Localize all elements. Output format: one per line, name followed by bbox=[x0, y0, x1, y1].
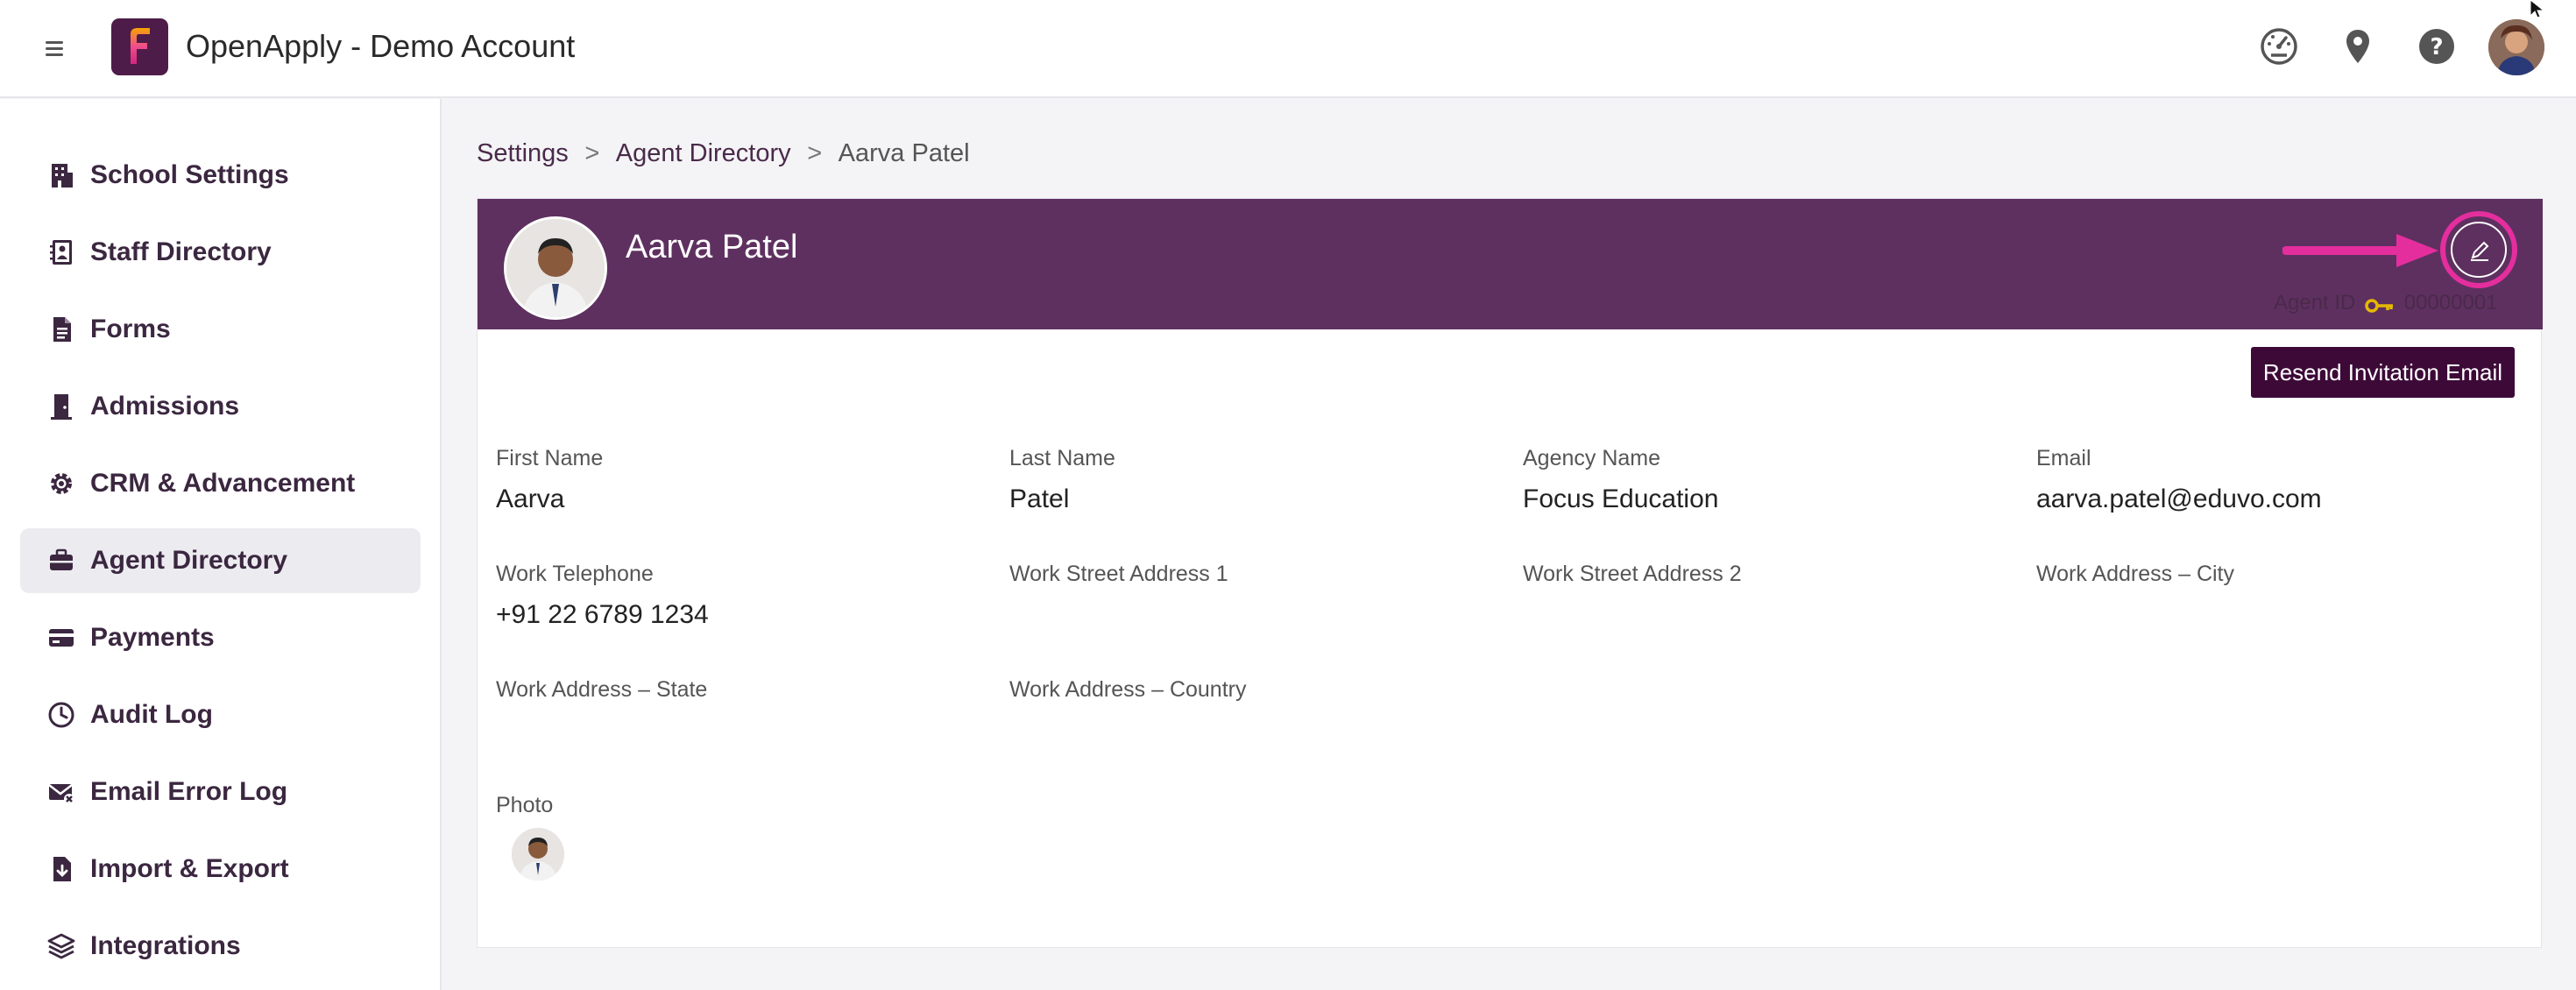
field-label: Work Address – City bbox=[2036, 562, 2235, 586]
field-work-country: Work Address – Country bbox=[1009, 675, 1500, 714]
field-label: Work Telephone bbox=[496, 562, 654, 586]
agent-avatar bbox=[504, 216, 607, 320]
sidebar-item-forms[interactable]: Forms bbox=[20, 297, 421, 362]
clock-icon bbox=[46, 700, 76, 730]
field-label: Email bbox=[2036, 446, 2091, 470]
field-label: Agency Name bbox=[1523, 446, 1661, 470]
field-email: Email aarva.patel@eduvo.com bbox=[2036, 444, 2527, 516]
sidebar-item-label: Staff Directory bbox=[90, 237, 272, 266]
field-value: Focus Education bbox=[1523, 484, 1719, 513]
location-pin-icon[interactable] bbox=[2338, 26, 2378, 67]
breadcrumb-separator: > bbox=[807, 139, 823, 167]
agent-detail-card: Aarva Patel Agent ID 00000001 Resend Inv… bbox=[477, 198, 2543, 948]
field-label: First Name bbox=[496, 446, 604, 470]
breadcrumb-agent-directory[interactable]: Agent Directory bbox=[616, 139, 791, 167]
sidebar-item-label: CRM & Advancement bbox=[90, 469, 356, 498]
email-error-icon bbox=[46, 777, 76, 807]
field-work-city: Work Address – City bbox=[2036, 560, 2527, 598]
edit-button[interactable] bbox=[2451, 222, 2507, 278]
agent-photo-thumbnail[interactable] bbox=[512, 828, 564, 880]
field-work-telephone: Work Telephone +91 22 6789 1234 bbox=[496, 560, 987, 632]
field-label: Work Street Address 2 bbox=[1523, 562, 1742, 586]
field-label: Photo bbox=[496, 793, 554, 817]
sidebar-item-audit-log[interactable]: Audit Log bbox=[20, 682, 421, 747]
sidebar-item-staff-directory[interactable]: Staff Directory bbox=[20, 220, 421, 285]
field-work-street-1: Work Street Address 1 bbox=[1009, 560, 1500, 598]
sidebar-item-label: Agent Directory bbox=[90, 546, 288, 575]
menu-icon[interactable] bbox=[39, 33, 74, 65]
field-work-street-2: Work Street Address 2 bbox=[1523, 560, 2013, 598]
pencil-icon bbox=[2471, 241, 2489, 261]
sidebar-item-label: Integrations bbox=[90, 931, 241, 960]
sidebar-item-agent-directory[interactable]: Agent Directory bbox=[20, 528, 421, 593]
file-import-icon bbox=[46, 854, 76, 884]
help-icon[interactable]: ? bbox=[2417, 26, 2457, 67]
dashboard-gauge-icon[interactable] bbox=[2259, 26, 2299, 67]
app-logo[interactable] bbox=[111, 18, 168, 75]
gear-icon bbox=[46, 469, 76, 499]
app-title: OpenApply - Demo Account bbox=[186, 28, 576, 64]
field-label: Work Address – State bbox=[496, 677, 708, 702]
sidebar-item-school-settings[interactable]: School Settings bbox=[20, 143, 421, 208]
mouse-cursor-icon bbox=[2530, 0, 2545, 18]
agent-id-label: Agent ID bbox=[2274, 291, 2356, 315]
sidebar-item-label: Forms bbox=[90, 315, 171, 343]
agent-id-value: 00000001 bbox=[2403, 291, 2498, 315]
field-agency-name: Agency Name Focus Education bbox=[1523, 444, 2013, 516]
sidebar-item-label: Payments bbox=[90, 623, 215, 652]
sidebar-item-label: School Settings bbox=[90, 160, 289, 189]
door-icon bbox=[46, 392, 76, 421]
sidebar-item-integrations[interactable]: Integrations bbox=[20, 914, 421, 979]
credit-card-icon bbox=[46, 623, 76, 653]
field-value: aarva.patel@eduvo.com bbox=[2036, 484, 2322, 513]
breadcrumb-settings[interactable]: Settings bbox=[477, 139, 569, 167]
agent-id: Agent ID 00000001 bbox=[2274, 290, 2498, 316]
sidebar-item-payments[interactable]: Payments bbox=[20, 605, 421, 670]
sidebar-item-admissions[interactable]: Admissions bbox=[20, 374, 421, 439]
sidebar-item-label: Admissions bbox=[90, 392, 240, 421]
sidebar-item-label: Email Error Log bbox=[90, 777, 288, 806]
field-label: Last Name bbox=[1009, 446, 1115, 470]
field-value: Aarva bbox=[496, 484, 565, 513]
field-photo: Photo bbox=[496, 791, 987, 819]
breadcrumb: Settings > Agent Directory > Aarva Patel bbox=[477, 136, 970, 171]
field-first-name: First Name Aarva bbox=[496, 444, 987, 516]
svg-text:?: ? bbox=[2430, 34, 2443, 60]
address-book-icon bbox=[46, 237, 76, 267]
top-bar: OpenApply - Demo Account ? bbox=[0, 0, 2576, 98]
agent-name: Aarva Patel bbox=[626, 229, 798, 265]
field-value: Patel bbox=[1009, 484, 1070, 513]
breadcrumb-current: Aarva Patel bbox=[838, 139, 970, 167]
sidebar-item-import-export[interactable]: Import & Export bbox=[20, 837, 421, 902]
user-avatar[interactable] bbox=[2488, 19, 2544, 75]
field-label: Work Address – Country bbox=[1009, 677, 1247, 702]
breadcrumb-separator: > bbox=[584, 139, 600, 167]
field-last-name: Last Name Patel bbox=[1009, 444, 1500, 516]
sidebar-item-crm-advancement[interactable]: CRM & Advancement bbox=[20, 451, 421, 516]
building-icon bbox=[46, 160, 76, 190]
document-icon bbox=[46, 315, 76, 344]
field-label: Work Street Address 1 bbox=[1009, 562, 1228, 586]
sidebar-item-label: Audit Log bbox=[90, 700, 213, 729]
sidebar-item-label: Import & Export bbox=[90, 854, 289, 883]
layers-icon bbox=[46, 931, 76, 961]
resend-invitation-button[interactable]: Resend Invitation Email bbox=[2251, 347, 2515, 398]
annotation-arrow bbox=[2282, 234, 2438, 267]
key-icon bbox=[2365, 295, 2395, 313]
briefcase-icon bbox=[46, 546, 76, 576]
field-value: +91 22 6789 1234 bbox=[496, 600, 709, 629]
sidebar: School Settings Staff Directory Forms Ad… bbox=[0, 99, 442, 990]
sidebar-item-email-error-log[interactable]: Email Error Log bbox=[20, 760, 421, 824]
agent-header-banner: Aarva Patel Agent ID 00000001 bbox=[478, 199, 2543, 329]
field-work-state: Work Address – State bbox=[496, 675, 987, 714]
